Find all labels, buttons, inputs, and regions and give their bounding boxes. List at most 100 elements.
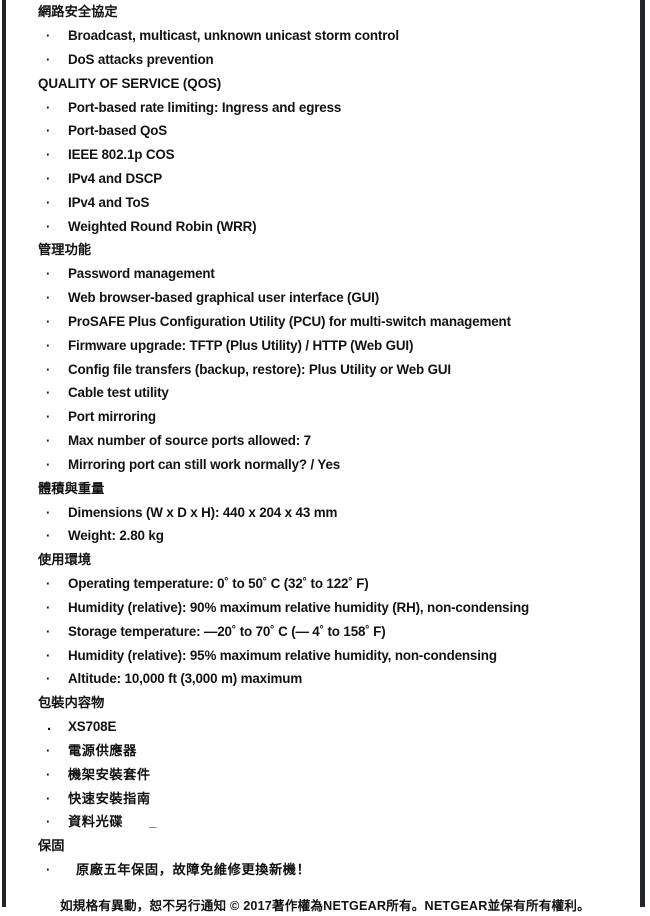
spec-bullet-text: Storage temperature: —20˚ to 70˚ C (— 4˚…	[68, 623, 386, 639]
spec-bullet-item: · Port-based QoS	[0, 119, 650, 143]
spec-bullet-item: · Config file transfers (backup, restore)…	[0, 358, 650, 382]
spec-section-quality-of-service: QUALITY OF SERVICE (QOS) · Port-based rate…	[0, 72, 650, 239]
section-heading-operating-environment: 使用環境	[38, 552, 92, 568]
bullet-marker-icon: ·	[46, 742, 51, 758]
spec-bullet-text: Port-based rate limiting: Ingress and eg…	[68, 99, 342, 115]
bullet-marker-icon: ·	[46, 766, 51, 782]
bullet-marker-icon: ·	[46, 862, 51, 878]
spec-section-management: 管理功能 · Password management · Web browser-bas…	[0, 238, 650, 476]
spec-bullet-text: Weight: 2.80 kg	[68, 528, 164, 544]
spec-bullet-item: · Firmware upgrade: TFTP (Plus Utility) /…	[0, 334, 650, 358]
spec-bullet-item: · Weight: 2.80 kg	[0, 524, 650, 548]
bullet-marker-icon: ·	[46, 123, 51, 139]
spec-bullet-text: DoS attacks prevention	[68, 51, 214, 67]
spec-bullet-item: · Humidity (relative): 95% maximum relati…	[0, 644, 650, 668]
spec-bullet-item: · Cable test utility	[0, 381, 650, 405]
spec-section-network-security: 網路安全協定 · Broadcast, multicast, unknown uni…	[0, 0, 650, 72]
bullet-marker-icon: ·	[46, 218, 51, 234]
spec-bullet-item: · 原廠五年保固，故障免維修更換新機！	[0, 858, 650, 882]
bullet-marker-icon: ·	[46, 337, 51, 353]
spec-section-operating-environment: 使用環境 · Operating temperature: 0˚ to 50˚ C …	[0, 548, 650, 691]
bullet-marker-icon: ·	[46, 266, 51, 282]
spec-bullet-text: 快速安裝指南	[68, 790, 151, 806]
spec-bullet-item: · ProSAFE Plus Configuration Utility (PCU…	[0, 310, 650, 334]
bullet-marker-icon: ·	[46, 432, 51, 448]
spec-bullet-text: Max number of source ports allowed: 7	[68, 432, 311, 448]
spec-bullet-text: IEEE 802.1p COS	[68, 147, 175, 163]
section-heading-warranty: 保固	[38, 838, 65, 854]
spec-bullet-text: 機架安裝套件	[68, 766, 151, 782]
spec-bullet-item: · Humidity (relative): 90% maximum relati…	[0, 596, 650, 620]
bullet-marker-icon: ·	[46, 671, 51, 687]
bullet-marker-icon: ·	[46, 290, 51, 306]
spec-sheet-page: 網路安全協定 · Broadcast, multicast, unknown uni…	[0, 0, 650, 915]
spec-bullet-item: · Password management	[0, 262, 650, 286]
spec-bullet-text: Humidity (relative): 95% maximum relativ…	[68, 647, 497, 663]
spec-bullet-item: · IPv4 and DSCP	[0, 167, 650, 191]
spec-bullet-item: · Weighted Round Robin (WRR)	[0, 215, 650, 239]
spec-section-dimensions-weight: 體積與重量 · Dimensions (W x D x H): 440 x 204 …	[0, 477, 650, 549]
spec-section-warranty: 保固 · 原廠五年保固，故障免維修更換新機！	[0, 834, 650, 882]
spec-bullet-item: · Altitude: 10,000 ft (3,000 m) maximum	[0, 667, 650, 691]
bullet-marker-icon: ·	[46, 313, 51, 329]
spec-bullet-item: · 資料光碟 _	[0, 810, 650, 834]
spec-section-package-contents: 包裝内容物. XS708E · 電源供應器 · 機架安裝套件 · 快速安裝指南 · 資料光碟 _	[0, 691, 650, 834]
bullet-marker-icon: ·	[46, 409, 51, 425]
spec-bullet-text: Firmware upgrade: TFTP (Plus Utility) / …	[68, 337, 414, 353]
bullet-marker-icon: ·	[46, 814, 51, 830]
spec-bullet-item: · Max number of source ports allowed: 7	[0, 429, 650, 453]
bullet-marker-icon: ·	[46, 170, 51, 186]
spec-bullet-text: Dimensions (W x D x H): 440 x 204 x 43 m…	[68, 504, 338, 520]
spec-bullet-item: · Dimensions (W x D x H): 440 x 204 x 43 …	[0, 501, 650, 525]
bullet-marker-icon: ·	[46, 361, 51, 377]
spec-bullet-text: XS708E	[68, 719, 117, 735]
spec-bullet-text: IPv4 and DSCP	[68, 170, 163, 186]
spec-bullet-item: · 機架安裝套件	[0, 763, 650, 787]
bullet-marker-icon: ·	[46, 647, 51, 663]
spec-sections: 網路安全協定 · Broadcast, multicast, unknown uni…	[0, 0, 650, 882]
bullet-marker-icon: ·	[46, 528, 51, 544]
bullet-marker-icon: ·	[46, 790, 51, 806]
section-heading-management: 管理功能	[38, 242, 92, 258]
spec-bullet-text: Password management	[68, 266, 215, 282]
bullet-marker-icon: ·	[46, 28, 51, 43]
spec-bullet-text: Port mirroring	[68, 409, 156, 425]
section-heading-network-security: 網路安全協定	[38, 4, 118, 19]
spec-bullet-text: IPv4 and ToS	[68, 194, 150, 210]
spec-bullet-text: ProSAFE Plus Configuration Utility (PCU)…	[68, 313, 511, 329]
spec-bullet-text: 原廠五年保固，故障免維修更換新機！	[76, 862, 311, 878]
trailing-mark: _	[149, 814, 158, 830]
spec-bullet-item: · Web browser-based graphical user interf…	[0, 286, 650, 310]
spec-bullet-text: Broadcast, multicast, unknown unicast st…	[68, 28, 399, 43]
spec-bullet-item: · DoS attacks prevention	[0, 48, 650, 72]
spec-bullet-item: · Port mirroring	[0, 405, 650, 429]
spec-bullet-text: Cable test utility	[68, 385, 169, 401]
bullet-marker-icon: ·	[46, 576, 51, 592]
spec-bullet-text: Humidity (relative): 90% maximum relativ…	[68, 599, 530, 615]
spec-bullet-item: . XS708E	[0, 715, 650, 739]
spec-bullet-text: Altitude: 10,000 ft (3,000 m) maximum	[68, 671, 303, 687]
spec-bullet-item: · 快速安裝指南	[0, 787, 650, 811]
spec-bullet-item: · IPv4 and ToS	[0, 191, 650, 215]
period-marker-icon: .	[47, 717, 52, 735]
bullet-marker-icon: ·	[46, 99, 51, 115]
spec-bullet-text: Mirroring port can still work normally? …	[68, 456, 341, 472]
bullet-marker-icon: ·	[46, 194, 51, 210]
spec-bullet-text: Web browser-based graphical user interfa…	[68, 290, 380, 306]
bullet-marker-icon: ·	[46, 147, 51, 163]
bullet-marker-icon: ·	[46, 456, 51, 472]
spec-bullet-text: Port-based QoS	[68, 123, 168, 139]
spec-bullet-item: · Operating temperature: 0˚ to 50˚ C (32˚…	[0, 572, 650, 596]
bullet-marker-icon: ·	[46, 51, 51, 67]
section-heading-quality-of-service: QUALITY OF SERVICE (QOS)	[38, 75, 222, 91]
section-heading-package-contents: 包裝内容物	[38, 695, 105, 711]
spec-bullet-text: Weighted Round Robin (WRR)	[68, 218, 257, 234]
spec-bullet-text: 資料光碟	[68, 814, 124, 830]
spec-bullet-item: · Broadcast, multicast, unknown unicast s…	[0, 24, 650, 48]
spec-bullet-item: · Storage temperature: —20˚ to 70˚ C (— 4…	[0, 620, 650, 644]
spec-bullet-item: · IEEE 802.1p COS	[0, 143, 650, 167]
spec-bullet-item: · Port-based rate limiting: Ingress and e…	[0, 96, 650, 120]
spec-bullet-text: 電源供應器	[68, 742, 137, 758]
spec-bullet-item: · Mirroring port can still work normally?…	[0, 453, 650, 477]
spec-bullet-text: Operating temperature: 0˚ to 50˚ C (32˚ …	[68, 576, 369, 592]
